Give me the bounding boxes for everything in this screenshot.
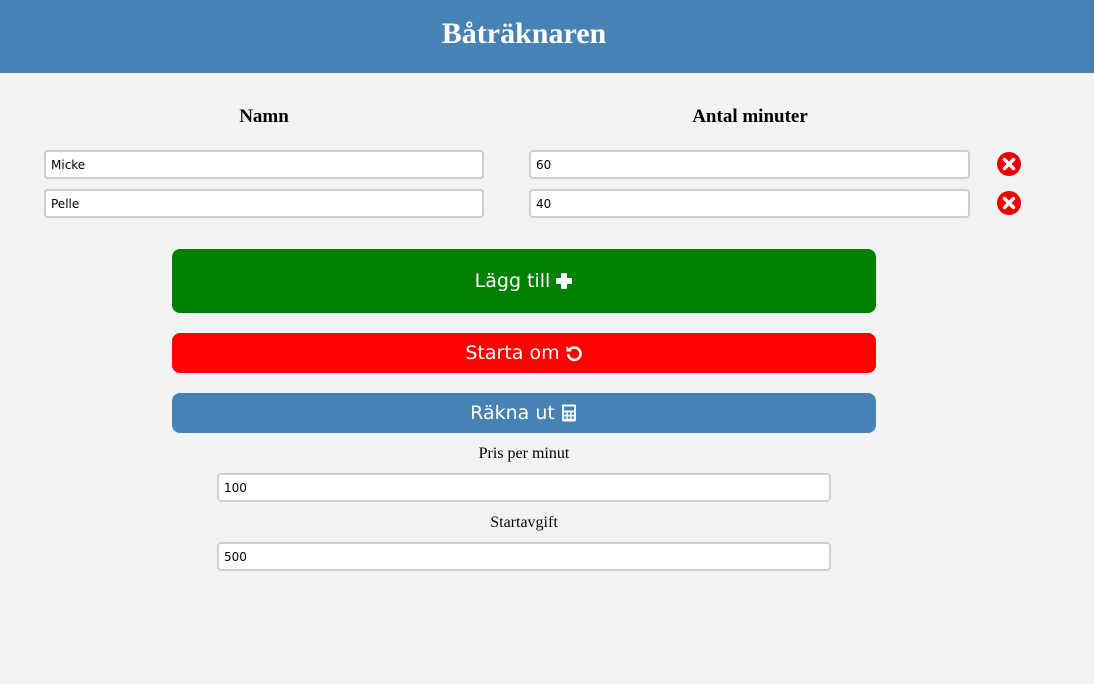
name-field[interactable] [44, 189, 484, 218]
name-column-header: Namn [239, 106, 289, 127]
remove-circle-icon[interactable] [997, 152, 1021, 176]
remove-circle-icon[interactable] [997, 191, 1021, 215]
start-fee-label: Startavgift [490, 514, 558, 531]
minutes-field[interactable] [529, 189, 970, 218]
start-fee-field[interactable] [217, 542, 831, 571]
plus-icon [556, 273, 573, 289]
name-field[interactable] [44, 150, 484, 179]
restart-button-label: Starta om [465, 342, 560, 364]
minutes-field[interactable] [529, 150, 970, 179]
add-button[interactable]: Lägg till [172, 249, 876, 313]
price-per-minute-field[interactable] [217, 473, 831, 502]
page-title: Båträknaren [441, 17, 607, 50]
undo-icon [565, 346, 582, 362]
calculate-button-label: Räkna ut [470, 402, 555, 424]
calculate-button[interactable]: Räkna ut [172, 393, 876, 433]
price-per-minute-label: Pris per minut [478, 445, 570, 462]
add-button-label: Lägg till [474, 270, 551, 292]
restart-button[interactable]: Starta om [172, 333, 876, 373]
minutes-column-header: Antal minuter [692, 106, 808, 127]
app-header: Båträknaren [0, 0, 1094, 73]
calculator-icon [561, 404, 576, 422]
